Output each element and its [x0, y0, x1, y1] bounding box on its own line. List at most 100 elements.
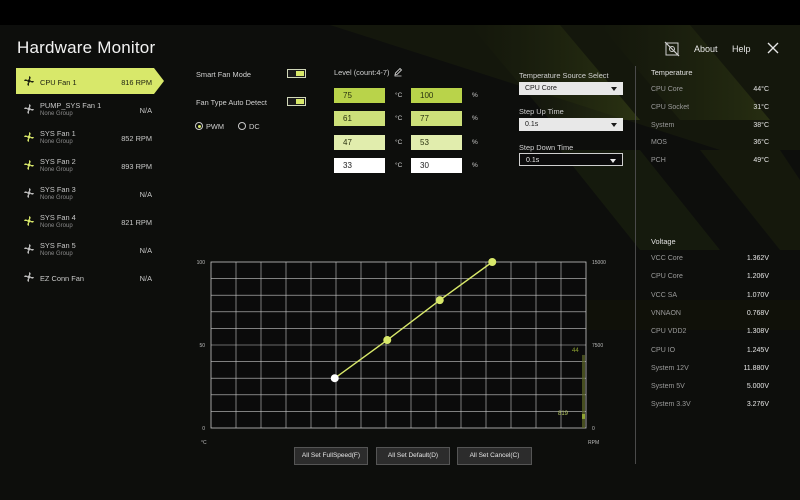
curve-point[interactable] — [488, 258, 497, 266]
level-1-temp-input[interactable]: 75 — [334, 88, 385, 103]
fan-rpm: N/A — [139, 274, 152, 283]
fan-group: None Group — [40, 167, 73, 173]
fan-name: CPU Fan 1 — [40, 78, 77, 87]
fan-icon — [24, 132, 34, 142]
fan-type-toggle[interactable] — [287, 97, 306, 106]
fan-icon — [24, 272, 34, 282]
volt-row-system-3-3v: System 3.3V 3.276V — [651, 401, 769, 413]
smart-fan-mode-toggle[interactable] — [287, 69, 306, 78]
temp-value: 44°C — [753, 86, 769, 93]
step-up-select[interactable]: 0.1s — [519, 118, 623, 131]
fan-icon — [24, 244, 34, 254]
temp-unit: °C — [395, 92, 403, 99]
fan-list: CPU Fan 1 816 RPM PUMP_SYS Fan 1 None Gr… — [16, 68, 166, 292]
fan-item-pump-sys-fan-1[interactable]: PUMP_SYS Fan 1 None Group N/A — [16, 96, 166, 124]
all-set-cancel-button[interactable]: All Set Cancel(C) — [457, 447, 532, 465]
fan-rpm: 852 RPM — [121, 134, 152, 143]
level-2-speed-input[interactable]: 77 — [411, 111, 462, 126]
fan-rpm: 821 RPM — [121, 218, 152, 227]
all-set-default-button[interactable]: All Set Default(D) — [376, 447, 450, 465]
volt-name: VNNAON — [651, 310, 681, 317]
volt-value: 1.206V — [746, 273, 769, 280]
fan-group: None Group — [40, 251, 73, 257]
temp-name: System — [651, 122, 675, 129]
fan-name: SYS Fan 3 — [40, 185, 76, 194]
percent-unit: % — [472, 115, 478, 122]
percent-unit: % — [472, 162, 478, 169]
pwm-radio[interactable] — [195, 122, 203, 130]
pwm-label: PWM — [206, 122, 225, 131]
fan-name: EZ Conn Fan — [40, 274, 84, 283]
volt-value: 1.245V — [746, 347, 769, 354]
temp-value: 38°C — [753, 122, 769, 129]
fan-rpm: 893 RPM — [121, 162, 152, 171]
y-tick-label: 100 — [197, 260, 206, 266]
fan-item-sys-fan-5[interactable]: SYS Fan 5 None Group N/A — [16, 236, 166, 264]
temp-value: 36°C — [753, 139, 769, 146]
curve-point[interactable] — [435, 296, 444, 305]
fan-rpm: N/A — [139, 246, 152, 255]
y-tick-label: 0 — [202, 426, 205, 432]
fan-icon — [24, 216, 34, 226]
temp-source-label: Temperature Source Select — [519, 71, 609, 80]
edit-icon[interactable] — [393, 67, 403, 77]
fan-item-sys-fan-2[interactable]: SYS Fan 2 None Group 893 RPM — [16, 152, 166, 180]
fan-off-icon[interactable] — [663, 40, 681, 58]
volt-row-system-5v: System 5V 5.000V — [651, 383, 769, 395]
volt-name: CPU VDD2 — [651, 328, 687, 335]
temp-name: MOS — [651, 139, 667, 146]
level-3-speed-input[interactable]: 53 — [411, 135, 462, 150]
fan-type-label: Fan Type Auto Detect — [196, 98, 267, 107]
volt-row-vcc-sa: VCC SA 1.070V — [651, 292, 769, 304]
current-temp-label: 44 — [572, 348, 579, 354]
level-4-speed-input[interactable]: 30 — [411, 158, 462, 173]
curve-point[interactable] — [383, 336, 392, 345]
x-axis-label: °C — [201, 440, 207, 446]
current-rpm-label: 819 — [558, 411, 569, 417]
fan-group: None Group — [40, 195, 73, 201]
temp-unit: °C — [395, 139, 403, 146]
help-button[interactable]: Help — [732, 44, 751, 54]
temp-name: PCH — [651, 157, 666, 164]
volt-name: System 12V — [651, 365, 689, 372]
temp-row-system: System 38°C — [651, 122, 769, 134]
temp-row-cpu-socket: CPU Socket 31°C — [651, 104, 769, 116]
fan-group: None Group — [40, 111, 73, 117]
fan-rpm: 816 RPM — [121, 78, 152, 87]
fan-name: SYS Fan 5 — [40, 241, 76, 250]
fan-rpm: N/A — [139, 106, 152, 115]
fan-item-sys-fan-4[interactable]: SYS Fan 4 None Group 821 RPM — [16, 208, 166, 236]
temp-unit: °C — [395, 115, 403, 122]
rpm-tick-label: 7500 — [592, 343, 603, 349]
temp-row-pch: PCH 49°C — [651, 157, 769, 169]
level-3-temp-input[interactable]: 47 — [334, 135, 385, 150]
all-set-full-speed-button[interactable]: All Set FullSpeed(F) — [294, 447, 368, 465]
close-icon[interactable] — [766, 41, 780, 55]
temp-source-select[interactable]: CPU Core — [519, 82, 623, 95]
temp-unit: °C — [395, 162, 403, 169]
temp-name: CPU Core — [651, 86, 683, 93]
temp-row-cpu-core: CPU Core 44°C — [651, 86, 769, 98]
fan-rpm: N/A — [139, 190, 152, 199]
about-button[interactable]: About — [694, 44, 718, 54]
step-down-label: Step Down Time — [519, 143, 574, 152]
level-2-temp-input[interactable]: 61 — [334, 111, 385, 126]
volt-name: System 3.3V — [651, 401, 691, 408]
volt-value: 3.276V — [746, 401, 769, 408]
fan-item-sys-fan-1[interactable]: SYS Fan 1 None Group 852 RPM — [16, 124, 166, 152]
fan-item-ez-conn-fan[interactable]: EZ Conn Fan N/A — [16, 264, 166, 292]
level-4-temp-input[interactable]: 33 — [334, 158, 385, 173]
curve-point[interactable] — [330, 374, 339, 383]
rpm-axis-label: RPM — [588, 440, 599, 446]
level-1-speed-input[interactable]: 100 — [411, 88, 462, 103]
step-down-select[interactable]: 0.1s — [519, 153, 623, 166]
dc-radio[interactable] — [238, 122, 246, 130]
fan-item-sys-fan-3[interactable]: SYS Fan 3 None Group N/A — [16, 180, 166, 208]
header: Hardware Monitor About Help — [0, 0, 800, 62]
volt-row-vcc-core: VCC Core 1.362V — [651, 255, 769, 267]
fan-curve-chart[interactable]: 0 50 100 0 7500 15000 °C RPM 44 819 — [195, 250, 615, 450]
percent-unit: % — [472, 139, 478, 146]
fan-item-cpu-fan-1[interactable]: CPU Fan 1 816 RPM — [16, 68, 166, 96]
fan-name: SYS Fan 2 — [40, 157, 76, 166]
volt-row-system-12v: System 12V 11.880V — [651, 365, 769, 377]
